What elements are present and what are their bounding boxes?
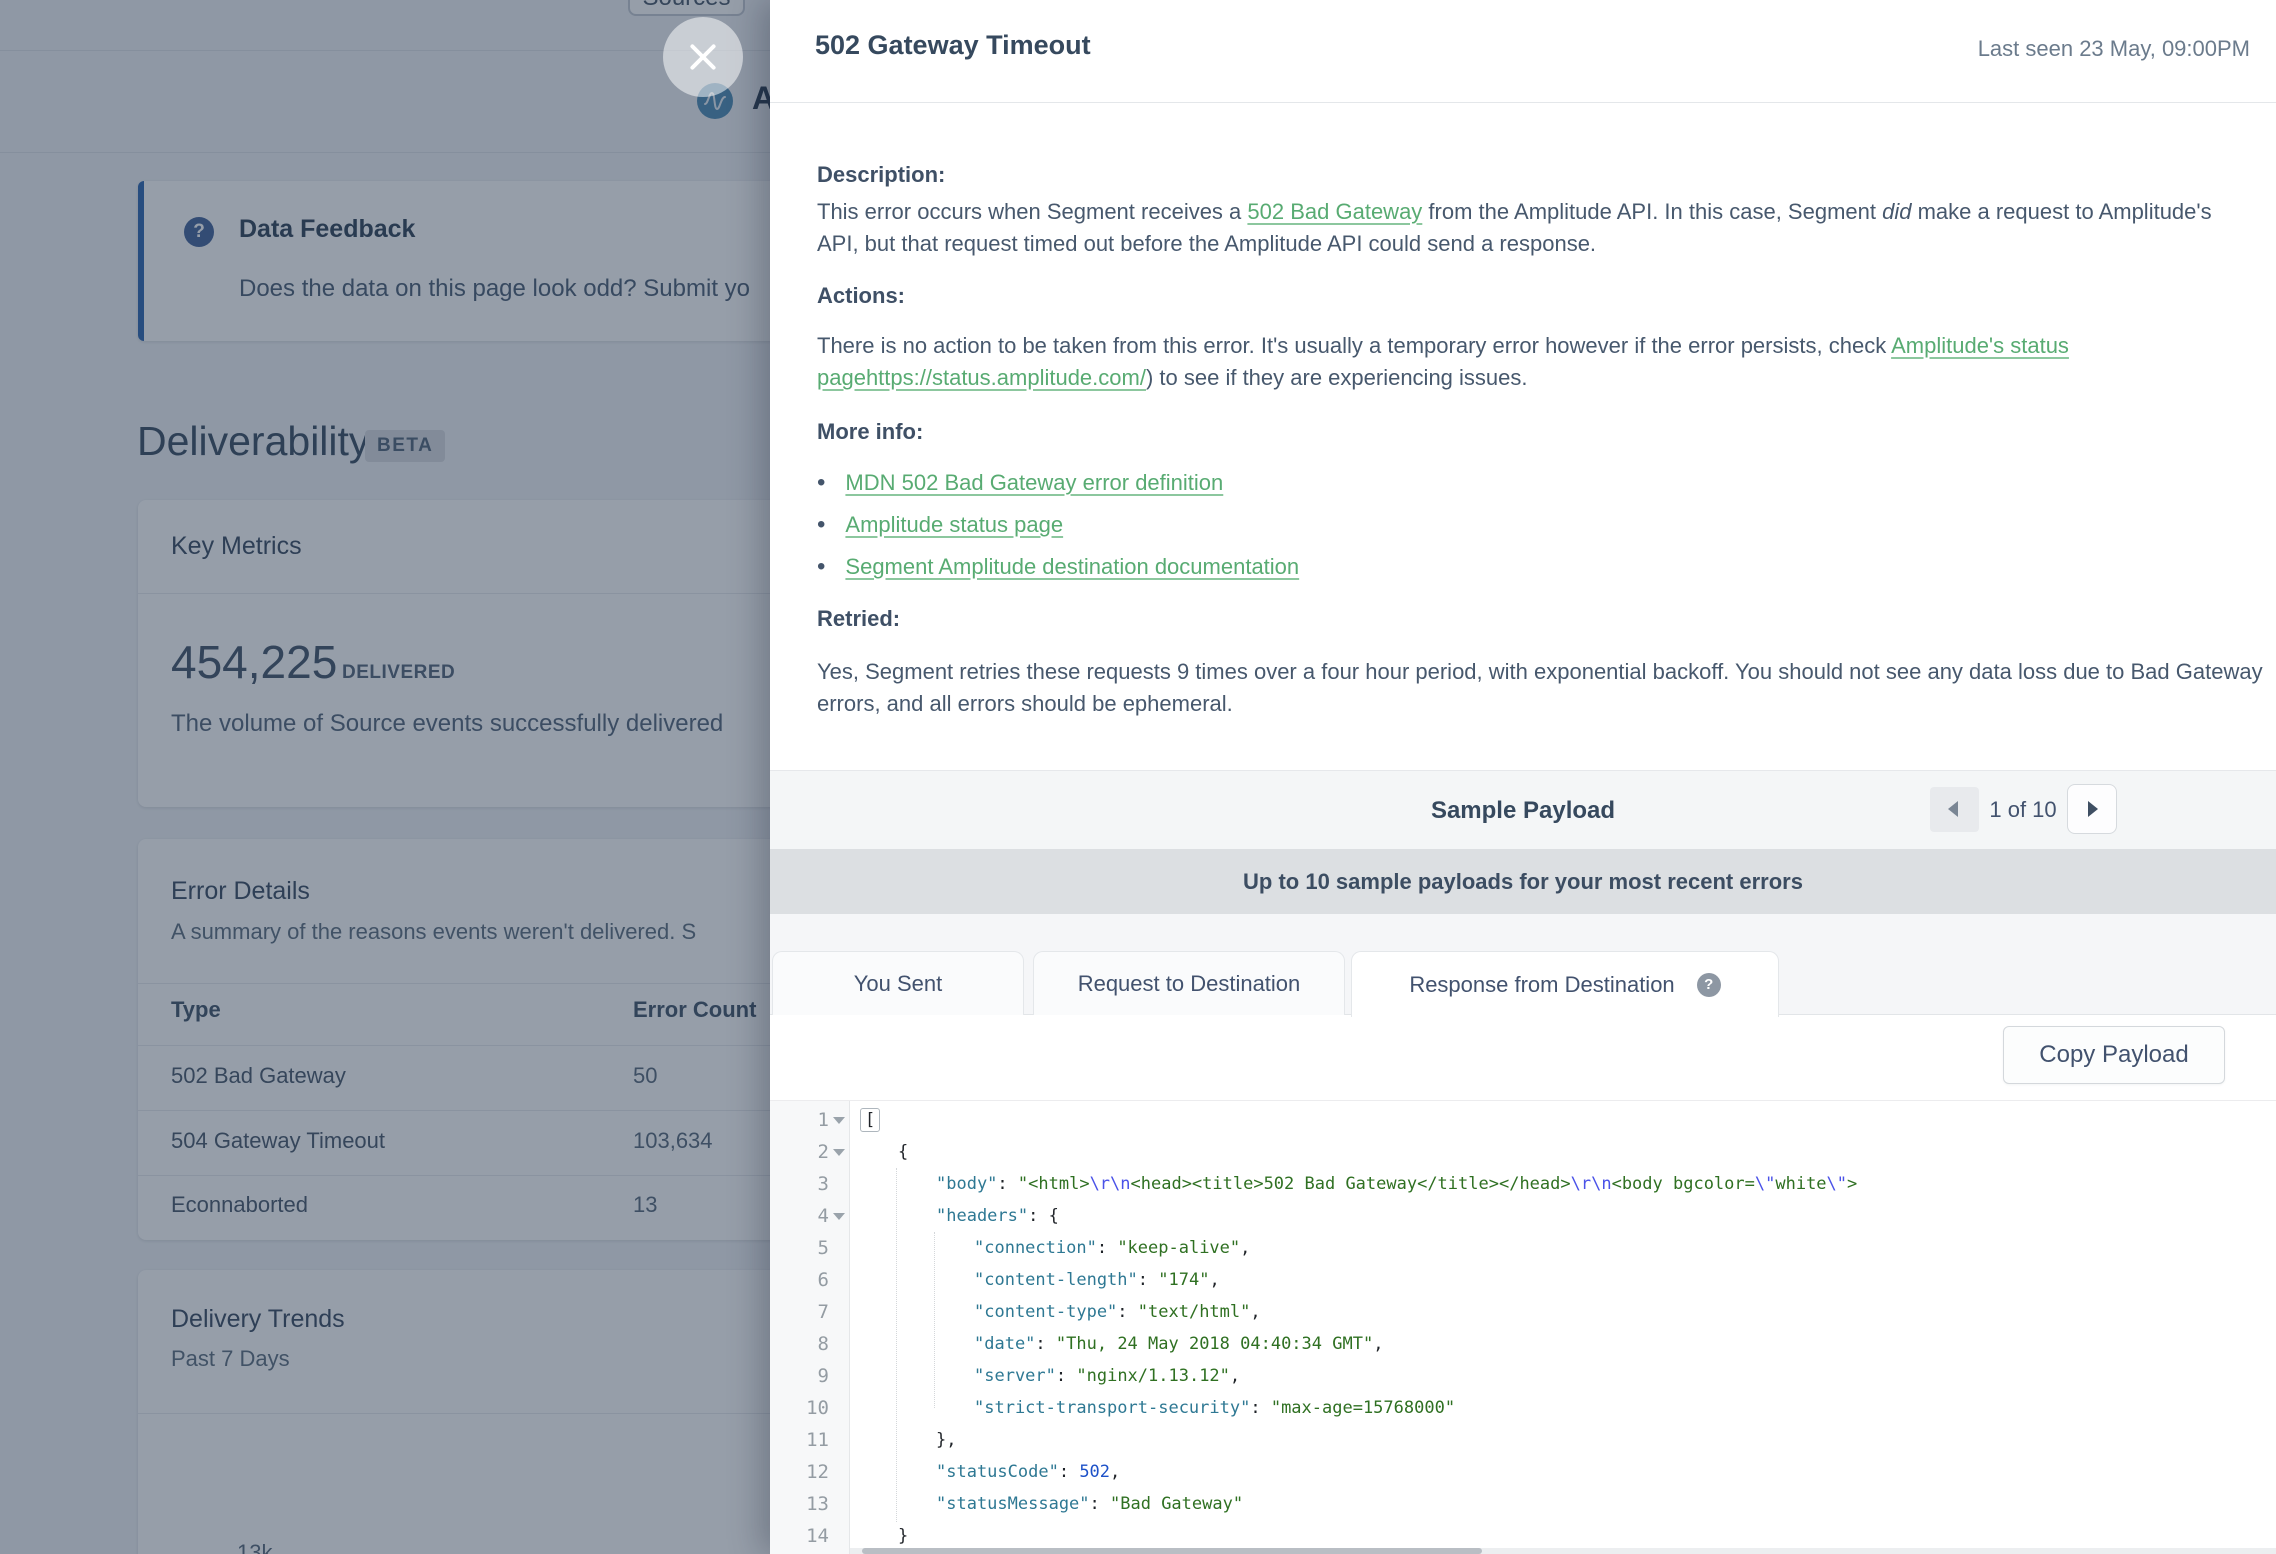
tab-label: Response from Destination — [1409, 972, 1674, 998]
chevron-left-icon — [1948, 801, 1958, 817]
divider — [770, 1100, 2276, 1101]
scrollbar-thumb[interactable] — [862, 1548, 1482, 1554]
next-payload-button[interactable] — [2067, 784, 2117, 834]
code-lines: [{"body": "<html>\r\n<head><title>502 Ba… — [850, 1104, 2276, 1552]
description-text: from the Amplitude API. In this case, Se… — [1422, 199, 1882, 224]
more-info-list: MDN 502 Bad Gateway error definition Amp… — [817, 462, 1299, 588]
tab-you-sent[interactable]: You Sent — [772, 951, 1024, 1015]
retried-paragraph: Yes, Segment retries these requests 9 ti… — [817, 656, 2276, 720]
tab-response-from-destination[interactable]: Response from Destination? — [1351, 951, 1779, 1017]
help-icon[interactable]: ? — [1697, 973, 1721, 997]
list-item: Segment Amplitude destination documentat… — [817, 546, 1299, 588]
last-seen-timestamp: Last seen 23 May, 09:00PM — [1978, 36, 2250, 62]
code-gutter-lines: 1234567891011121314 — [770, 1104, 849, 1552]
close-button[interactable] — [663, 17, 743, 97]
indent-guide — [896, 1168, 897, 1522]
payload-info-banner: Up to 10 sample payloads for your most r… — [770, 849, 2276, 914]
description-text: This error occurs when Segment receives … — [817, 199, 1247, 224]
actions-heading: Actions: — [817, 283, 905, 309]
more-info-heading: More info: — [817, 419, 923, 445]
actions-text: ) to see if they are experiencing issues… — [1146, 365, 1528, 390]
horizontal-scrollbar[interactable] — [850, 1548, 2276, 1554]
list-item: Amplitude status page — [817, 504, 1299, 546]
code-gutter: 1234567891011121314 — [770, 1101, 850, 1554]
code-editor[interactable]: [{"body": "<html>\r\n<head><title>502 Ba… — [850, 1104, 2276, 1552]
tab-request-to-destination[interactable]: Request to Destination — [1033, 951, 1345, 1015]
description-italic: did — [1882, 199, 1911, 224]
error-detail-modal: 502 Gateway Timeout Last seen 23 May, 09… — [770, 0, 2276, 1554]
payload-tabs: You Sent Request to Destination Response… — [770, 914, 2276, 1015]
actions-paragraph: There is no action to be taken from this… — [817, 330, 2237, 394]
sample-payload-bar: Sample Payload 1 of 10 — [770, 770, 2276, 849]
description-paragraph: This error occurs when Segment receives … — [817, 196, 2237, 260]
mdn-502-link[interactable]: MDN 502 Bad Gateway error definition — [845, 470, 1223, 496]
indent-guide — [934, 1232, 935, 1408]
amplitude-status-page-link[interactable]: Amplitude status page — [845, 512, 1063, 538]
copy-payload-button[interactable]: Copy Payload — [2003, 1026, 2225, 1084]
screen: Sources A ? Data Feedback Does the data … — [0, 0, 2276, 1554]
description-heading: Description: — [817, 162, 945, 188]
list-item: MDN 502 Bad Gateway error definition — [817, 462, 1299, 504]
modal-title: 502 Gateway Timeout — [815, 30, 1091, 61]
chevron-right-icon — [2088, 801, 2098, 817]
retried-heading: Retried: — [817, 606, 900, 632]
segment-docs-link[interactable]: Segment Amplitude destination documentat… — [845, 554, 1299, 580]
actions-text: There is no action to be taken from this… — [817, 333, 1891, 358]
bad-gateway-link[interactable]: 502 Bad Gateway — [1247, 199, 1422, 224]
prev-payload-button[interactable] — [1930, 787, 1979, 832]
payload-page-indicator: 1 of 10 — [1982, 787, 2064, 832]
divider — [770, 102, 2276, 103]
